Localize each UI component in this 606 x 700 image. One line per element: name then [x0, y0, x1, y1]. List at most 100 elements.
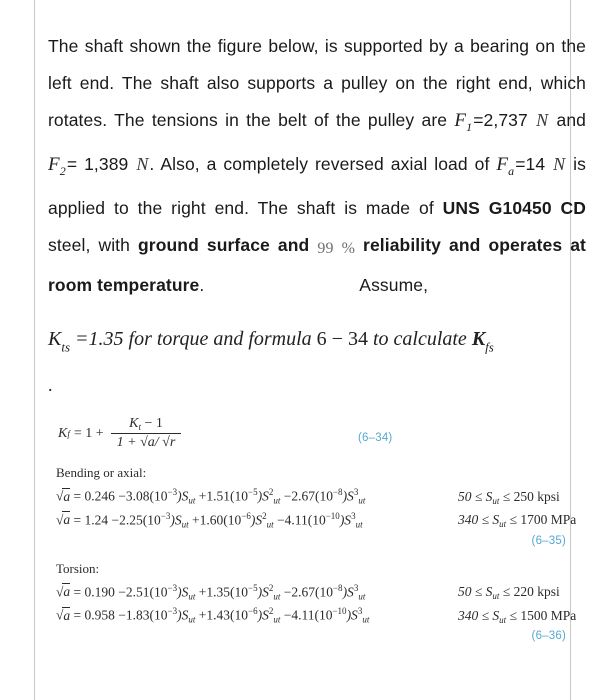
- kf-lhs-symbol: K: [58, 425, 68, 441]
- torsion-range-sub-1: ut: [492, 591, 500, 602]
- bending-range-end-1: ≤ 250 kpsi: [502, 488, 560, 504]
- kfs-subscript: fs: [485, 339, 494, 355]
- trailing-period: .: [48, 375, 53, 396]
- kf-denominator: 1 + √a/ √r: [116, 435, 176, 451]
- assume-text-2: to calculate: [372, 327, 467, 350]
- torsion-t2-coef-2: 1.43(10: [206, 607, 249, 623]
- bending-t3-coef-2: 4.11(10: [284, 512, 326, 528]
- equation-number-6-36: (6–36): [531, 629, 566, 642]
- torsion-t3-exp-1: −8: [332, 582, 343, 593]
- bending-t3-sub-1: ut: [358, 495, 366, 506]
- sqrt-a-3: a: [62, 583, 71, 600]
- statement-text-4: steel, with: [48, 235, 139, 256]
- kf-equation: Kf = 1 + Kt − 1 1 + √a/ √r: [48, 416, 184, 451]
- bending-t3-close-2: )S: [339, 512, 352, 528]
- force-f1-value: =2,737: [473, 109, 528, 130]
- bending-formula-row-1: √a = 0.246 −3.08(10−3)Sut +1.51(10−5)S2u…: [56, 487, 586, 506]
- unit-newton-2: N: [136, 153, 149, 174]
- torsion-t3-close-1: )S: [342, 584, 354, 600]
- sqrt-a-4: a: [62, 606, 71, 623]
- force-f2-subscript: 2: [59, 164, 66, 179]
- textbook-formula-block: Kf = 1 + Kt − 1 1 + √a/ √r (6–34) Bendin…: [48, 416, 586, 642]
- bending-t1-sub-1: ut: [188, 495, 196, 506]
- torsion-t2-exp-2: −6: [248, 606, 258, 617]
- unit-newton-1: N: [536, 109, 549, 130]
- sqrt-a-2: a: [62, 511, 71, 528]
- bending-t2-sub-2: ut: [266, 519, 274, 530]
- force-f1-symbol: F: [454, 109, 467, 131]
- bending-range-sub-1: ut: [492, 495, 500, 506]
- bending-t2-coef-2: 1.60(10: [199, 512, 242, 528]
- kf-fraction: Kt − 1 1 + √a/ √r: [110, 416, 182, 451]
- torsion-formula-row-1: √a = 0.190 −2.51(10−3)Sut +1.35(10−5)S2u…: [56, 583, 586, 602]
- kf-numerator: Kt − 1: [123, 416, 169, 433]
- conjunction-and: and: [549, 109, 587, 130]
- assume-text-1: for torque and formula: [128, 327, 312, 350]
- bending-range-end-2: ≤ 1700 MPa: [509, 512, 577, 528]
- equation-reference: 6 − 34: [316, 327, 368, 350]
- bending-t3-exp-1: −8: [332, 487, 343, 498]
- torsion-t1-exp-2: −3: [167, 606, 178, 617]
- assume-word: Assume,: [359, 275, 429, 296]
- force-f2-symbol: F: [48, 153, 60, 175]
- torsion-t1-sub-2: ut: [188, 614, 196, 625]
- torsion-t2-sub-1: ut: [273, 591, 281, 602]
- torsion-range-1: 50 ≤ Sut ≤ 220 kpsi: [458, 584, 560, 601]
- bending-t3-exp-2: −10: [325, 510, 340, 521]
- torsion-t1-close-2: )S: [177, 607, 189, 623]
- torsion-range-sub-2: ut: [499, 614, 507, 625]
- torsion-t2-coef-1: 1.35(10: [206, 584, 249, 600]
- torsion-t1-close-1: )S: [177, 584, 189, 600]
- torsion-t1-sign-2: −: [118, 607, 126, 623]
- bending-expression-1: √a = 0.246 −3.08(10−3)Sut +1.51(10−5)S2u…: [56, 487, 366, 506]
- bending-range-2: 340 ≤ Sut ≤ 1700 MPa: [458, 512, 576, 529]
- sqrt-a-1: a: [62, 487, 71, 504]
- bending-range-1: 50 ≤ Sut ≤ 250 kpsi: [458, 489, 560, 506]
- unit-newton-3: N: [553, 153, 566, 174]
- bending-t2-exp-1: −5: [248, 487, 258, 498]
- equation-number-6-34: (6–34): [358, 432, 393, 445]
- force-fa-symbol: F: [496, 153, 509, 175]
- force-fa-value: =14: [515, 153, 546, 174]
- torsion-t2-sub-2: ut: [273, 614, 281, 625]
- torsion-t2-exp-1: −5: [248, 582, 258, 593]
- bending-t1-close-2: )S: [170, 512, 182, 528]
- bending-range-lhs-1: 50 ≤ S: [458, 488, 493, 504]
- problem-statement: The shaft shown the figure below, is sup…: [48, 28, 586, 305]
- bending-t1-coef-2: 2.25(10: [119, 512, 161, 528]
- reliability-unit: %: [341, 240, 356, 258]
- assumption-line: Kts =1.35 for torque and formula 6 − 34 …: [48, 322, 586, 365]
- torsion-section-label: Torsion:: [56, 560, 100, 576]
- bending-const-2: = 1.24: [73, 512, 109, 528]
- torsion-t1-sub-1: ut: [188, 591, 196, 602]
- bending-t1-sub-2: ut: [181, 519, 189, 530]
- problem-page: The shaft shown the figure below, is sup…: [48, 10, 586, 642]
- torsion-t1-coef-1: 2.51(10: [125, 584, 168, 600]
- bending-t3-sign-2: −: [276, 512, 285, 528]
- torsion-t3-close-2: )S: [346, 607, 358, 623]
- bending-t1-exp-2: −3: [160, 510, 171, 521]
- kf-numerator-rest: − 1: [144, 416, 163, 432]
- bending-expression-2: √a = 1.24 −2.25(10−3)Sut +1.60(10−6)S2ut…: [56, 510, 363, 530]
- bending-range-lhs-2: 340 ≤ S: [458, 512, 500, 528]
- torsion-range-2: 340 ≤ Sut ≤ 1500 MPa: [458, 608, 576, 625]
- bending-formula-row-2: √a = 1.24 −2.25(10−3)Sut +1.60(10−6)S2ut…: [56, 511, 586, 530]
- bending-section-label: Bending or axial:: [56, 465, 147, 481]
- torsion-const-1: = 0.190: [73, 584, 115, 600]
- kts-subscript: ts: [61, 339, 71, 355]
- statement-period: .: [199, 275, 205, 296]
- bending-t3-sub-2: ut: [355, 519, 363, 530]
- surface-condition: ground surface and: [138, 235, 318, 256]
- torsion-t2-close-2: )S: [257, 607, 269, 623]
- torsion-t3-sub-1: ut: [358, 591, 366, 602]
- kf-equals: = 1 +: [73, 425, 104, 441]
- bending-t3-close-1: )S: [342, 488, 354, 504]
- torsion-t3-sub-2: ut: [362, 614, 370, 625]
- statement-text-2: . Also, a completely reversed axial load…: [149, 153, 497, 174]
- torsion-t1-sign-1: −: [118, 584, 126, 600]
- bending-range-sub-2: ut: [499, 519, 507, 530]
- torsion-range-lhs-2: 340 ≤ S: [458, 607, 500, 623]
- torsion-expression-2: √a = 0.958 −1.83(10−3)Sut +1.43(10−6)S2u…: [56, 606, 370, 625]
- bending-t1-coef-1: 3.08(10: [125, 488, 168, 504]
- torsion-formula-row-2: √a = 0.958 −1.83(10−3)Sut +1.43(10−6)S2u…: [56, 606, 586, 625]
